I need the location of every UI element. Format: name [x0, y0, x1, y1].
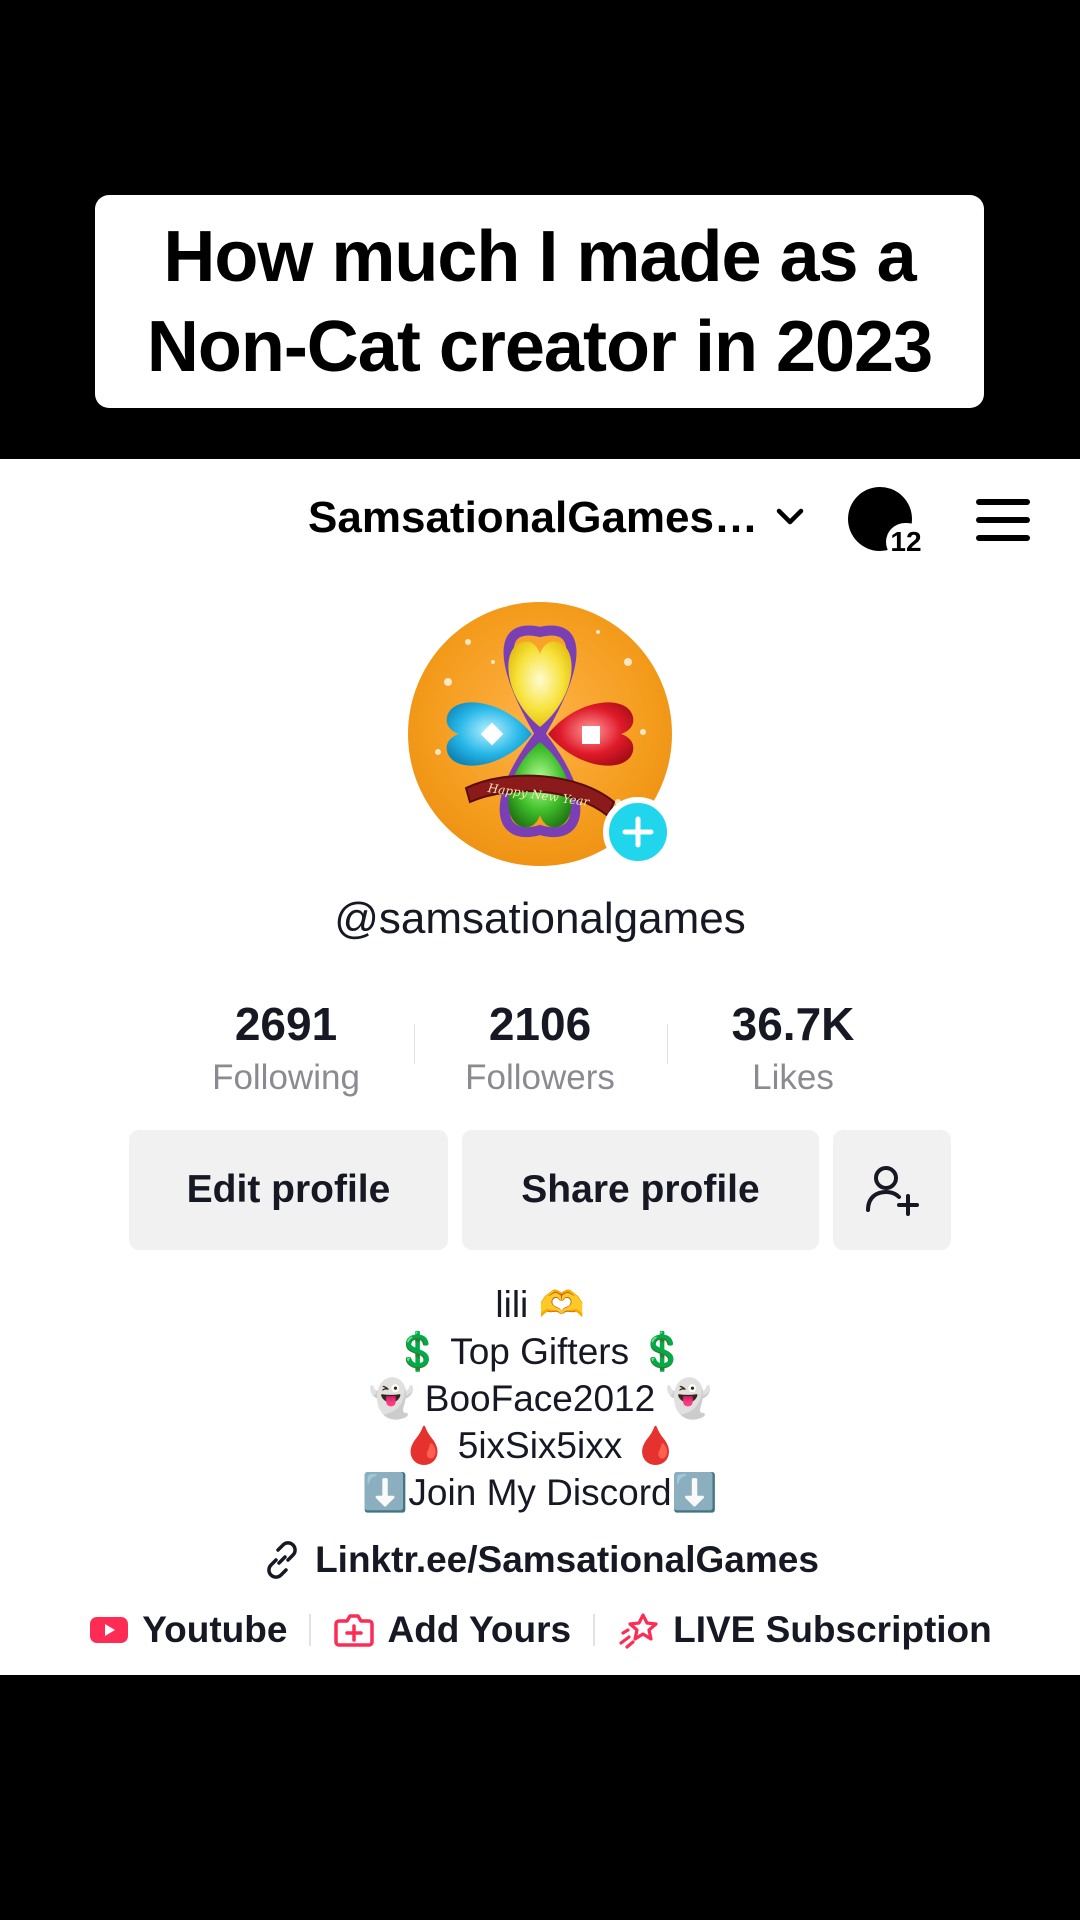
link-icon — [267, 1541, 297, 1579]
stat-likes[interactable]: 36.7K Likes — [693, 996, 893, 1104]
bio-line: lili 🫶 — [495, 1284, 585, 1325]
chevron-down-icon[interactable] — [772, 499, 808, 535]
add-friends-button[interactable] — [833, 1130, 951, 1250]
stat-likes-label: Likes — [752, 1058, 834, 1097]
youtube-icon — [90, 1617, 129, 1643]
bio-line: 👻 BooFace2012 👻 — [368, 1378, 712, 1419]
stat-followers-label: Followers — [465, 1058, 615, 1097]
add-user-icon — [866, 1166, 919, 1216]
add-yours-icon — [334, 1614, 375, 1647]
stat-divider — [414, 1024, 415, 1064]
profile-extras: Youtube Add Yours LIVE Subscription — [0, 1609, 1080, 1651]
notification-avatar[interactable]: 12 — [848, 487, 926, 561]
edit-profile-button[interactable]: Edit profile — [129, 1130, 448, 1250]
share-profile-button[interactable]: Share profile — [462, 1130, 819, 1250]
profile-bio: lili 🫶 💲 Top Gifters 💲 👻 BooFace2012 👻 🩸… — [0, 1281, 1080, 1516]
stat-following-label: Following — [212, 1058, 360, 1097]
stat-likes-value: 36.7K — [731, 998, 855, 1050]
profile-username: @samsationalgames — [334, 894, 746, 943]
bio-link[interactable]: Linktr.ee/SamsationalGames — [0, 1539, 1080, 1581]
bio-line: 🩸 5ixSix5ixx 🩸 — [401, 1425, 679, 1466]
profile-panel: SamsationalGames… 12 Happy New Year @sam… — [0, 459, 1080, 1675]
youtube-link[interactable]: Youtube — [88, 1609, 287, 1651]
add-avatar-button[interactable] — [603, 797, 673, 867]
account-switcher-name[interactable]: SamsationalGames… — [308, 493, 758, 543]
extras-divider — [593, 1614, 596, 1646]
caption-line-2: Non-Cat creator in 2023 — [146, 306, 933, 387]
live-subscription-icon — [619, 1613, 658, 1649]
caption-line-1: How much I made as a — [163, 216, 916, 297]
extras-divider — [309, 1614, 312, 1646]
add-yours-label: Add Yours — [387, 1609, 572, 1650]
menu-icon[interactable] — [976, 499, 1030, 541]
stat-following[interactable]: 2691 Following — [186, 996, 386, 1104]
bio-line: ⬇️Join My Discord⬇️ — [362, 1472, 718, 1513]
plus-icon — [622, 816, 654, 848]
stat-divider — [667, 1024, 668, 1064]
bio-link-text: Linktr.ee/SamsationalGames — [315, 1539, 819, 1580]
live-subscription-label: LIVE Subscription — [673, 1609, 992, 1650]
stat-following-value: 2691 — [234, 998, 338, 1050]
stat-followers-value: 2106 — [488, 998, 592, 1050]
bio-line: 💲 Top Gifters 💲 — [394, 1331, 686, 1372]
youtube-label: Youtube — [142, 1609, 288, 1650]
stat-followers[interactable]: 2106 Followers — [440, 996, 640, 1104]
profile-top-bar: SamsationalGames… 12 — [0, 459, 1080, 577]
video-caption: How much I made as a Non-Cat creator in … — [95, 195, 984, 408]
live-subscription-link[interactable]: LIVE Subscription — [617, 1609, 992, 1651]
add-yours-link[interactable]: Add Yours — [333, 1609, 571, 1651]
notification-count: 12 — [886, 523, 926, 561]
